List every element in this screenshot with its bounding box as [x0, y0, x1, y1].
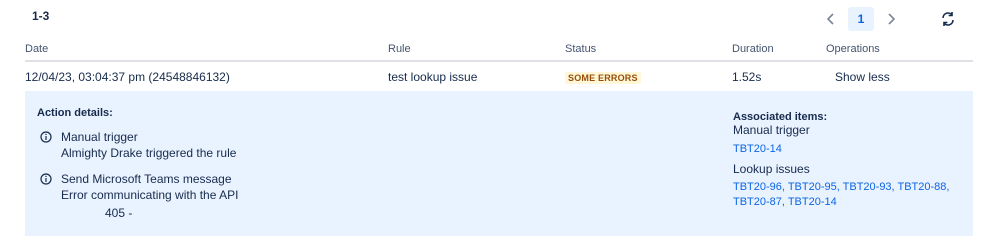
page-button-current[interactable]: 1 [848, 7, 874, 31]
associated-group-label: Manual trigger [733, 123, 810, 137]
prev-page-icon[interactable] [822, 8, 840, 30]
action-details-panel: Action details: Manual trigger Almighty … [25, 91, 973, 236]
row-rule: test lookup issue [388, 70, 478, 84]
column-header-date[interactable]: Date [25, 43, 48, 55]
issue-link[interactable]: TBT20-14 [733, 143, 782, 155]
info-icon [40, 173, 52, 185]
column-header-duration[interactable]: Duration [732, 43, 774, 55]
action-details-title: Action details: [37, 107, 113, 119]
row-duration: 1.52s [732, 70, 762, 84]
associated-items-title: Associated items: [733, 111, 828, 123]
column-header-status[interactable]: Status [565, 43, 596, 55]
table-row[interactable]: 12/04/23, 03:04:37 pm (24548846132) test… [25, 62, 973, 91]
info-icon [40, 131, 52, 143]
refresh-icon[interactable] [940, 11, 956, 27]
results-count: 1-3 [32, 9, 50, 23]
action-detail: Almighty Drake triggered the rule [61, 146, 237, 160]
row-date: 12/04/23, 03:04:37 pm (24548846132) [25, 70, 230, 84]
column-header-operations: Operations [826, 43, 880, 55]
column-header-rule[interactable]: Rule [388, 43, 411, 55]
error-code: 405 - [105, 206, 133, 220]
table-header: Date Rule Status Duration Operations [25, 41, 973, 62]
next-page-icon[interactable] [882, 8, 900, 30]
pagination: 1 [822, 7, 900, 31]
action-name: Send Microsoft Teams message [61, 172, 232, 186]
action-name: Manual trigger [61, 130, 138, 144]
action-detail: Error communicating with the API [61, 188, 239, 202]
status-badge: SOME ERRORS [565, 72, 641, 84]
issue-links-line[interactable]: TBT20-96, TBT20-95, TBT20-93, TBT20-88, [733, 181, 949, 193]
show-less-button[interactable]: Show less [835, 70, 890, 84]
associated-group-label: Lookup issues [733, 162, 810, 176]
issue-links-line[interactable]: TBT20-87, TBT20-14 [733, 196, 837, 208]
